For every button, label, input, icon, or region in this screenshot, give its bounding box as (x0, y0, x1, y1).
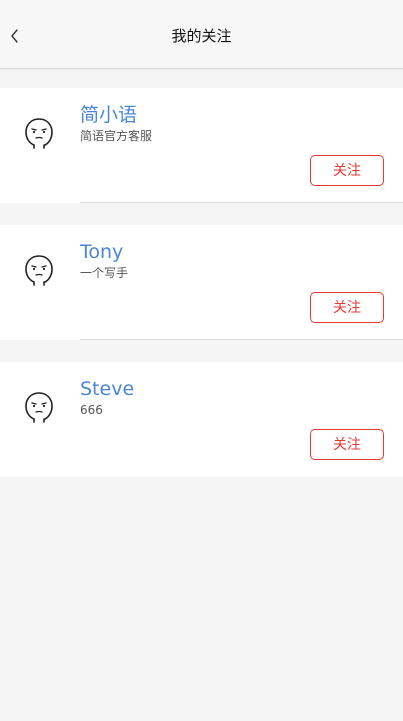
user-name[interactable]: Steve (80, 378, 134, 400)
following-list: 简小语 简语官方客服 关注 Tony 一个写手 关注 Steve 666 关注 (0, 88, 403, 499)
user-description: 666 (80, 403, 103, 417)
follow-button[interactable]: 关注 (310, 155, 384, 186)
avatar[interactable] (22, 253, 56, 287)
avatar[interactable] (22, 390, 56, 424)
divider (80, 202, 403, 203)
list-item[interactable]: 简小语 简语官方客服 关注 (0, 88, 403, 203)
doodle-face-icon (25, 255, 53, 286)
list-item[interactable]: Steve 666 关注 (0, 362, 403, 477)
follow-button[interactable]: 关注 (310, 429, 384, 460)
list-item[interactable]: Tony 一个写手 关注 (0, 225, 403, 340)
page-title: 我的关注 (171, 27, 232, 45)
user-description: 一个写手 (80, 266, 129, 280)
doodle-face-icon (25, 392, 53, 423)
user-description: 简语官方客服 (80, 129, 153, 143)
top-nav-bar: 我的关注 (0, 0, 403, 69)
avatar[interactable] (22, 116, 56, 150)
user-name[interactable]: 简小语 (80, 104, 137, 126)
follow-button[interactable]: 关注 (310, 292, 384, 323)
divider (80, 339, 403, 340)
doodle-face-icon (25, 118, 53, 149)
user-name[interactable]: Tony (80, 241, 123, 263)
